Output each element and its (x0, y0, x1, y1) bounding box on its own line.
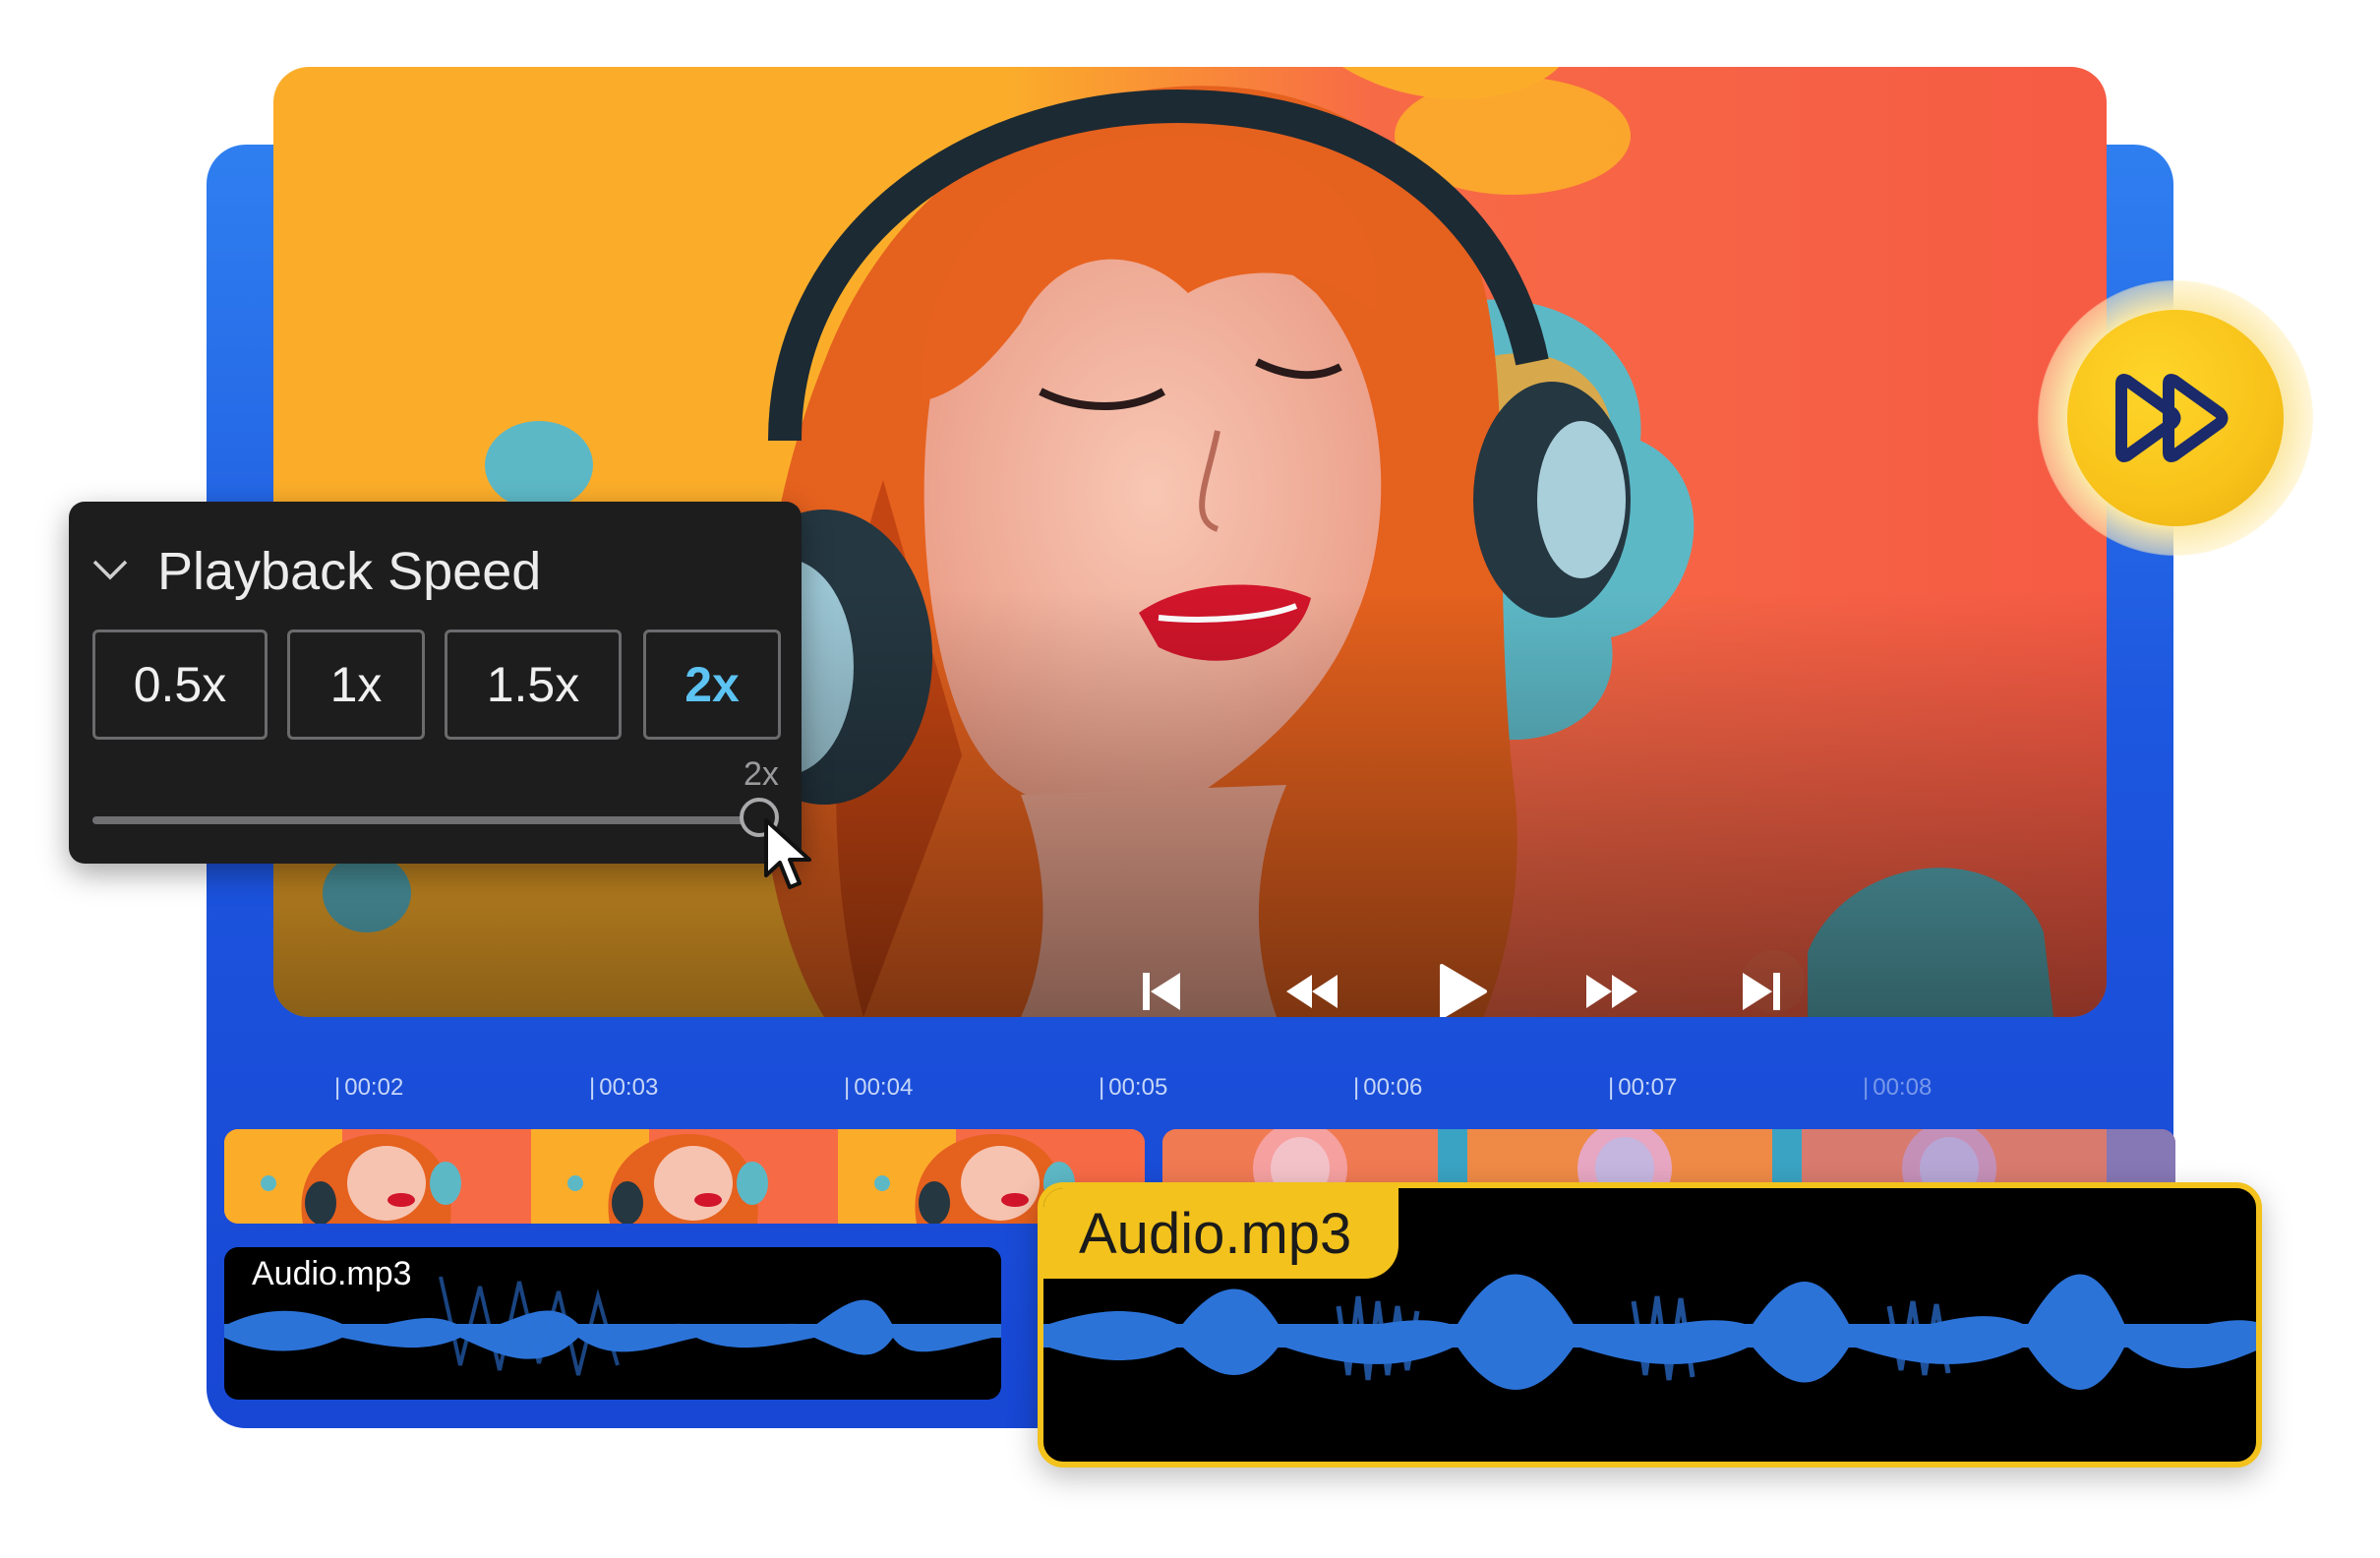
skip-forward-icon[interactable] (1727, 957, 1796, 1017)
playback-speed-title: Playback Speed (157, 542, 542, 601)
playback-speed-header[interactable]: Playback Speed (90, 541, 541, 602)
timeline-ruler[interactable]: 00:02 00:03 00:04 00:05 00:06 00:07 00:0… (0, 1074, 2380, 1113)
cursor-icon (764, 818, 811, 889)
video-clip-1[interactable] (224, 1129, 1145, 1224)
transport-controls (1127, 957, 1796, 1017)
play-icon[interactable] (1427, 957, 1496, 1017)
audio-track-small-label: Audio.mp3 (252, 1255, 412, 1292)
playback-speed-panel: Playback Speed 0.5x 1x 1.5x 2x 2x (69, 502, 802, 864)
timeline-tick: 00:03 (589, 1074, 658, 1102)
speed-option-1-5x[interactable]: 1.5x (445, 629, 622, 740)
speed-option-1x[interactable]: 1x (287, 629, 425, 740)
speed-slider-track[interactable] (92, 816, 761, 824)
skip-back-icon[interactable] (1127, 957, 1196, 1017)
timeline-tick: 00:07 (1608, 1074, 1677, 1102)
timeline-tick: 00:02 (334, 1074, 403, 1102)
speed-option-2x[interactable]: 2x (643, 629, 781, 740)
audio-track-large-label: Audio.mp3 (1043, 1188, 1399, 1279)
chevron-down-icon[interactable] (90, 557, 130, 587)
timeline-tick: 00:05 (1099, 1074, 1167, 1102)
timeline-tick: 00:04 (844, 1074, 913, 1102)
fast-forward-icon[interactable] (1577, 957, 1646, 1017)
fast-forward-badge[interactable] (2067, 310, 2284, 526)
clip-thumbnails (224, 1129, 1145, 1224)
timeline-tick: 00:06 (1353, 1074, 1422, 1102)
audio-track-large[interactable]: Audio.mp3 (1038, 1182, 2262, 1468)
timeline-tick: 00:08 (1863, 1074, 1932, 1102)
rewind-icon[interactable] (1278, 957, 1346, 1017)
speed-slider-value: 2x (744, 755, 779, 793)
audio-track-small[interactable]: Audio.mp3 (224, 1247, 1001, 1400)
fast-forward-icon (2115, 374, 2229, 462)
speed-option-0-5x[interactable]: 0.5x (92, 629, 268, 740)
